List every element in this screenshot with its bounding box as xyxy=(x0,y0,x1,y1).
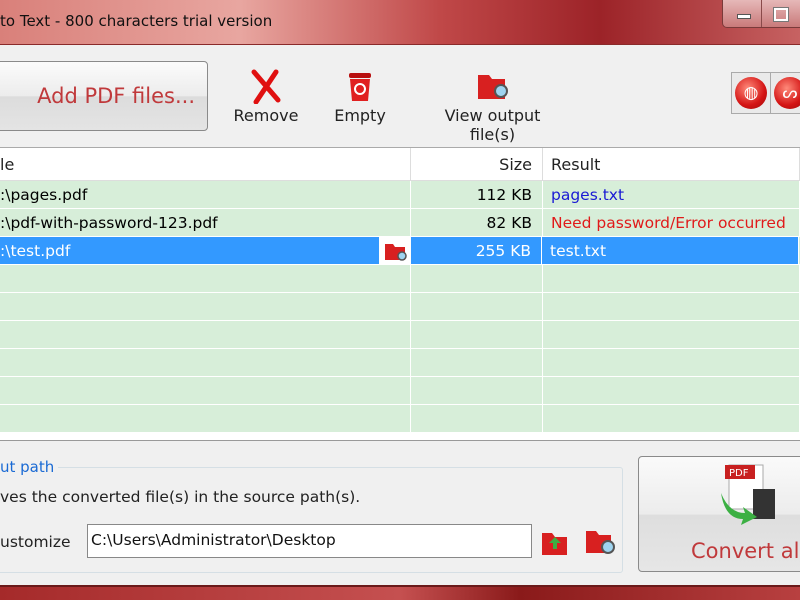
result-link[interactable]: test.txt xyxy=(542,237,799,264)
remove-label: Remove xyxy=(233,106,299,125)
output-section: ut path ves the converted file(s) in the… xyxy=(0,442,800,585)
output-path-legend: ut path xyxy=(0,458,59,476)
size-cell: 82 KB xyxy=(411,209,543,236)
table-row[interactable]: :\pdf-with-password-123.pdf 82 KB Need p… xyxy=(0,209,800,237)
view-output-label: View output file(s) xyxy=(444,106,541,144)
folder-search-icon xyxy=(420,66,565,106)
website-button[interactable]: ◍ xyxy=(732,73,771,113)
empty-label: Empty xyxy=(334,106,386,125)
output-path-input[interactable]: C:\Users\Administrator\Desktop xyxy=(87,524,532,558)
browse-folder-icon[interactable] xyxy=(539,527,571,557)
empty-row xyxy=(0,349,800,377)
add-pdf-files-button[interactable]: Add PDF files... xyxy=(0,61,208,131)
table-header: le Size Result xyxy=(0,148,800,181)
source-path-option[interactable]: ves the converted file(s) in the source … xyxy=(0,488,360,506)
file-list[interactable]: le Size Result :\pages.pdf 112 KB pages.… xyxy=(0,147,800,441)
table-row[interactable]: :\pages.pdf 112 KB pages.txt xyxy=(0,181,800,209)
extra-buttons: ◍ ᔕ xyxy=(731,72,800,114)
acrobat-icon: ᔕ xyxy=(774,77,800,109)
window-controls xyxy=(722,0,800,28)
pdf-convert-icon: PDF xyxy=(721,464,775,525)
file-cell: :\pages.pdf xyxy=(0,181,411,208)
empty-row xyxy=(0,293,800,321)
window-bottom-border xyxy=(0,585,800,600)
remove-x-icon xyxy=(233,66,299,106)
convert-all-label: Convert all xyxy=(691,539,800,563)
header-file[interactable]: le xyxy=(0,148,411,180)
svg-text:PDF: PDF xyxy=(729,468,749,479)
title-bar: to Text - 800 characters trial version xyxy=(0,0,800,45)
header-size[interactable]: Size xyxy=(411,148,543,180)
window-title: to Text - 800 characters trial version xyxy=(0,12,273,30)
size-cell: 112 KB xyxy=(411,181,543,208)
toolbar: Add PDF files... Remove Empty View outpu… xyxy=(0,46,800,146)
recycle-bin-icon xyxy=(330,66,390,106)
remove-button[interactable]: Remove xyxy=(233,66,299,125)
file-cell: :\test.pdf xyxy=(0,237,380,264)
customize-option[interactable]: ustomize xyxy=(0,533,71,551)
size-cell: 255 KB xyxy=(411,237,542,264)
convert-all-button[interactable]: PDF Convert all xyxy=(638,456,800,572)
open-folder-icon[interactable] xyxy=(380,237,411,264)
maximize-button[interactable] xyxy=(762,0,800,27)
empty-row xyxy=(0,405,800,433)
minimize-button[interactable] xyxy=(723,0,762,27)
table-row-selected[interactable]: :\test.pdf 255 KB test.txt xyxy=(0,237,800,265)
empty-row xyxy=(0,377,800,405)
empty-button[interactable]: Empty xyxy=(330,66,390,125)
result-error: Need password/Error occurred xyxy=(543,209,800,236)
result-link[interactable]: pages.txt xyxy=(543,181,800,208)
open-output-folder-icon[interactable] xyxy=(583,527,615,557)
view-output-files-button[interactable]: View output file(s) xyxy=(420,66,565,144)
help-button[interactable]: ᔕ xyxy=(771,73,800,113)
empty-row xyxy=(0,321,800,349)
empty-row xyxy=(0,265,800,293)
globe-icon: ◍ xyxy=(735,77,767,109)
header-result[interactable]: Result xyxy=(543,148,800,180)
file-cell: :\pdf-with-password-123.pdf xyxy=(0,209,411,236)
